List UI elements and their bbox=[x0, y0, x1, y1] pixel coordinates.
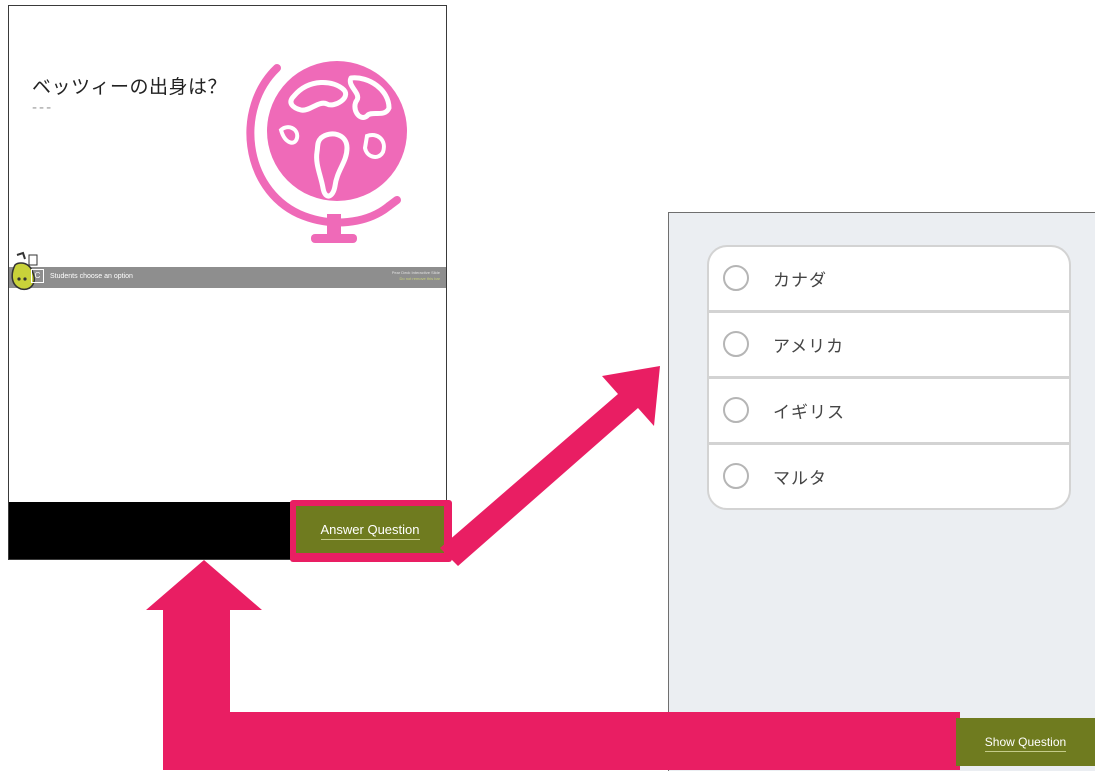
radio-icon[interactable] bbox=[723, 331, 749, 357]
options-list: カナダ アメリカ イギリス マルタ bbox=[707, 245, 1071, 510]
instruction-badge: C bbox=[31, 269, 44, 283]
answer-placeholder: --- bbox=[32, 100, 54, 116]
option-label: アメリカ bbox=[773, 337, 845, 357]
option-item[interactable]: マルタ bbox=[709, 445, 1069, 508]
diagonal-arrow-icon bbox=[440, 366, 660, 566]
show-question-label: Show Question bbox=[984, 735, 1067, 752]
radio-icon[interactable] bbox=[723, 397, 749, 423]
instruction-text: Students choose an option bbox=[50, 273, 133, 280]
option-item[interactable]: イギリス bbox=[709, 379, 1069, 445]
option-label: カナダ bbox=[773, 271, 827, 291]
answer-question-button[interactable]: Answer Question bbox=[296, 506, 444, 553]
answer-question-label: Answer Question bbox=[320, 522, 420, 540]
slide-preview-panel: ベッツィーの出身は？ --- C Students choose an opti… bbox=[8, 5, 447, 560]
option-label: マルタ bbox=[773, 469, 827, 489]
slide-question-text: ベッツィーの出身は？ bbox=[32, 76, 228, 98]
globe-illustration bbox=[246, 61, 407, 243]
option-item[interactable]: アメリカ bbox=[709, 313, 1069, 379]
radio-icon[interactable] bbox=[723, 265, 749, 291]
peardeck-tag-line2: Do not remove this bar bbox=[399, 276, 440, 281]
option-item[interactable]: カナダ bbox=[709, 247, 1069, 313]
peardeck-tag: Pear Deck Interactive Slide Do not remov… bbox=[392, 270, 440, 282]
option-label: イギリス bbox=[773, 403, 845, 423]
show-question-button[interactable]: Show Question bbox=[956, 718, 1095, 766]
radio-icon[interactable] bbox=[723, 463, 749, 489]
